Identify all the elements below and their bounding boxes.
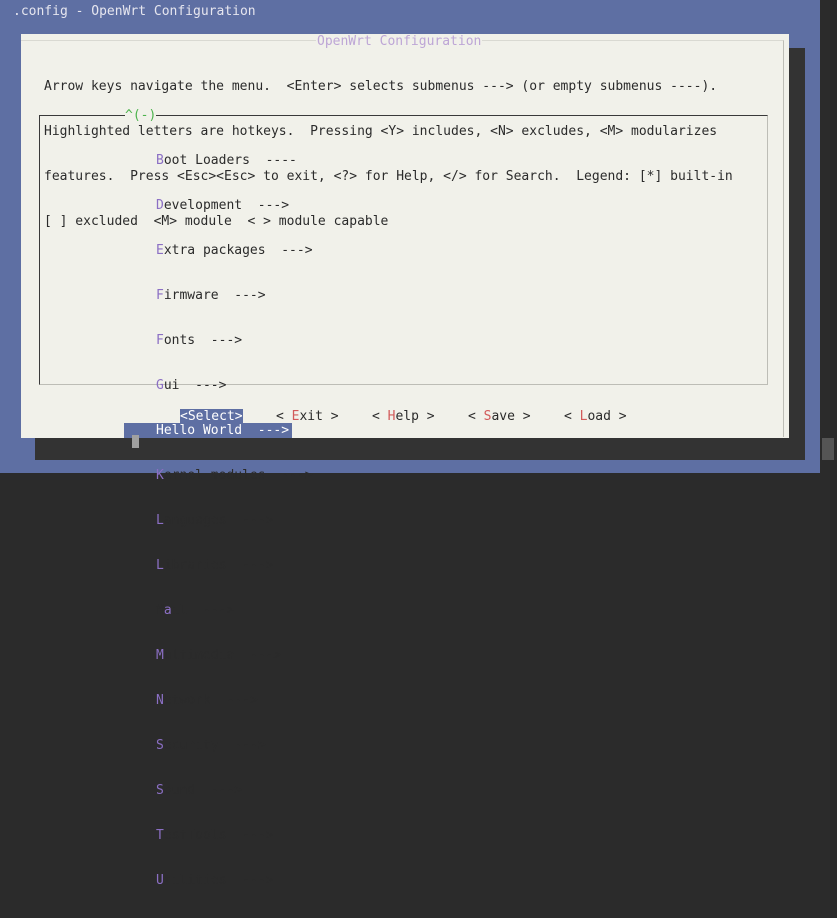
terminal-window: .config - OpenWrt Configuration OpenWrt … (0, 0, 820, 888)
menu-item-label: ernel modules ---> (163, 468, 313, 483)
exit-button[interactable]: < Exit > (276, 409, 339, 424)
menu-item-hotkey: B (156, 153, 164, 168)
menu-list: Boot Loaders ---- Development ---> Extra… (124, 123, 313, 918)
menu-item-firmware[interactable]: Firmware ---> (124, 288, 313, 303)
menu-item-fonts[interactable]: Fonts ---> (124, 333, 313, 348)
menu-item-hotkey: D (156, 198, 164, 213)
terminal-scrollbar[interactable] (820, 0, 837, 473)
menu-item-hotkey: E (156, 243, 164, 258)
menu-item-hotkey: a (163, 603, 172, 618)
menu-item-hotkey: T (156, 828, 164, 843)
menu-item-label: evelopment ---> (163, 198, 290, 213)
menu-item-label: etwork ---> (163, 693, 258, 708)
menu-item-label: estTools ---> (163, 828, 274, 843)
scrollbar-thumb[interactable] (822, 438, 834, 460)
menu-item-hotkey: F (156, 333, 164, 348)
menu-item-label: anguages ---> (163, 513, 274, 528)
menu-item-hotkey: U (156, 873, 164, 888)
button-label: oad (587, 409, 611, 424)
load-button[interactable]: < Load > (564, 409, 627, 424)
menu-item-extra-packages[interactable]: Extra packages ---> (124, 243, 313, 258)
menu-item-label: ultimedia ---> (163, 648, 282, 663)
help-line: Arrow keys navigate the menu. <Enter> se… (44, 79, 718, 94)
button-row: <Select> < Exit > < Help > < Save > < Lo… (21, 408, 783, 426)
menu-item-hotkey: K (156, 468, 164, 483)
menu-item-security[interactable]: Security ---> (124, 738, 313, 753)
button-bracket: < (276, 409, 292, 424)
menu-item-label: oot Loaders ---- (163, 153, 297, 168)
title-bar: .config - OpenWrt Configuration (0, 0, 820, 22)
menu-item-languages[interactable]: Languages ---> (124, 513, 313, 528)
menu-item-utilities[interactable]: Utilities ---> (124, 873, 313, 888)
menu-item-label: ound ---> (163, 783, 243, 798)
button-bracket: > (514, 409, 531, 424)
button-hotkey: S (187, 409, 196, 424)
select-button[interactable]: <Select> (180, 409, 243, 424)
help-button[interactable]: < Help > (372, 409, 435, 424)
menu-item-sound[interactable]: Sound ---> (124, 783, 313, 798)
menu-item-label: tilities ---> (163, 873, 274, 888)
menu-item-label: ui ---> (163, 378, 227, 393)
menu-item-label: ibraries ---> (163, 558, 274, 573)
menu-item-label: xtra packages ---> (163, 243, 313, 258)
menu-item-label: il ---> (171, 603, 235, 618)
button-bracket: < (180, 409, 188, 424)
save-button[interactable]: < Save > (468, 409, 531, 424)
button-label: elp (395, 409, 419, 424)
button-bracket: < (468, 409, 484, 424)
dialog-title: OpenWrt Configuration (316, 34, 483, 49)
menu-item-kernel-modules[interactable]: Kernel modules ---> (124, 468, 313, 483)
cursor-block (132, 435, 139, 448)
button-label: xit (299, 409, 323, 424)
button-bracket: < (564, 409, 580, 424)
menu-item-hotkey: L (156, 513, 164, 528)
menu-item-libraries[interactable]: Libraries ---> (124, 558, 313, 573)
menu-item-testtools[interactable]: TestTools ---> (124, 828, 313, 843)
menu-item-label-prefix: M (156, 603, 164, 618)
menu-item-network[interactable]: Network ---> (124, 693, 313, 708)
window-title: .config - OpenWrt Configuration (13, 4, 256, 19)
menu-item-boot-loaders[interactable]: Boot Loaders ---- (124, 153, 313, 168)
menu-item-mail[interactable]: Mail ---> (124, 603, 313, 618)
menu-item-multimedia[interactable]: Multimedia ---> (124, 648, 313, 663)
button-bracket: > (418, 409, 435, 424)
menu-item-label: irmware ---> (163, 288, 266, 303)
button-label: ave (491, 409, 515, 424)
button-bracket: > (610, 409, 627, 424)
button-bracket: > (322, 409, 339, 424)
menu-item-development[interactable]: Development ---> (124, 198, 313, 213)
button-label: elect (195, 409, 235, 424)
menu-item-hotkey: M (156, 648, 164, 663)
menu-item-gui[interactable]: Gui ---> (124, 378, 313, 393)
menu-item-hotkey: F (156, 288, 164, 303)
menu-item-label: onts ---> (163, 333, 243, 348)
menu-item-hotkey: L (156, 558, 164, 573)
scroll-indicator: ^(-) (125, 108, 157, 123)
menu-item-hotkey: G (156, 378, 164, 393)
menu-item-label: ecurity ---> (163, 738, 266, 753)
menu-item-hotkey: N (156, 693, 164, 708)
button-bracket: > (234, 409, 243, 424)
button-bracket: < (372, 409, 388, 424)
config-dialog: OpenWrt Configuration Arrow keys navigat… (21, 34, 789, 888)
menu-item-hotkey: S (156, 738, 164, 753)
menu-item-hotkey: S (156, 783, 164, 798)
